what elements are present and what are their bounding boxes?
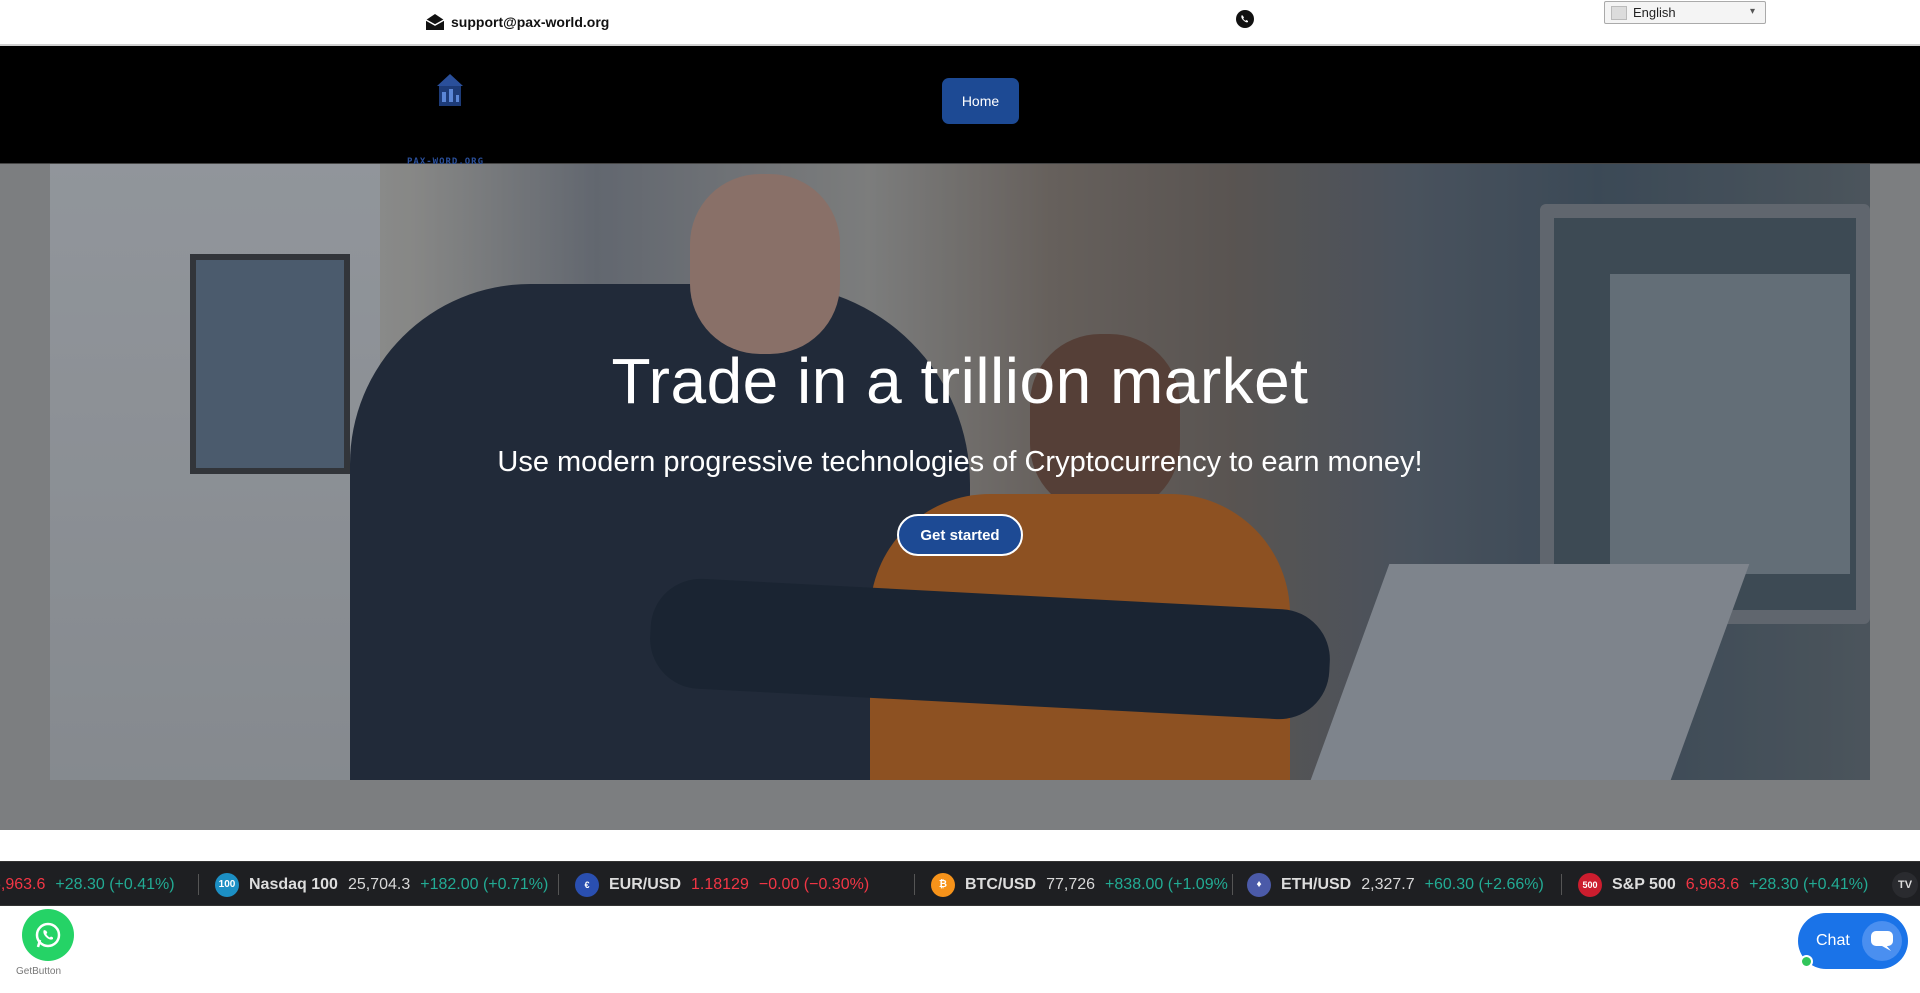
- sp500-icon: 500: [1578, 872, 1602, 897]
- site-logo[interactable]: [405, 70, 495, 126]
- ticker-divider: [558, 874, 559, 895]
- flag-icon: [1611, 5, 1627, 20]
- ticker-divider: [1232, 874, 1233, 895]
- nasdaq-icon: 100: [215, 872, 239, 897]
- ticker-symbol: EUR/USD: [609, 875, 682, 893]
- whatsapp-icon[interactable]: [1235, 9, 1255, 29]
- online-status-dot: [1800, 955, 1813, 968]
- ticker-item[interactable]: € EUR/USD 1.18129 −0.00 (−0.30%): [575, 862, 870, 905]
- getbutton-credit[interactable]: GetButton: [16, 966, 61, 977]
- hero-subtitle: Use modern progressive technologies of C…: [497, 446, 1423, 478]
- ticker-price: 6,963.6: [1685, 875, 1740, 893]
- ticker-change: +60.30 (+2.66%): [1424, 875, 1544, 893]
- email-link[interactable]: support@pax-world.org: [425, 13, 609, 31]
- ticker-item[interactable]: 500 S&P 500 6,963.6 +28.30 (+0.41%): [1578, 862, 1869, 905]
- ticker-price: 1.18129: [691, 875, 749, 893]
- ticker-symbol: S&P 500: [1612, 875, 1676, 893]
- eur-usd-flag-icon: €: [575, 872, 599, 897]
- ethereum-icon: ♦: [1247, 872, 1271, 897]
- market-ticker: 6,963.6 +28.30 (+0.41%) 100 Nasdaq 100 2…: [0, 861, 1920, 906]
- ticker-change: +838.00 (+1.09%: [1105, 875, 1228, 893]
- get-started-button[interactable]: Get started: [897, 514, 1023, 556]
- top-bar: support@pax-world.org English ▾: [0, 0, 1920, 46]
- ticker-change: +182.00 (+0.71%): [420, 875, 549, 893]
- email-text: support@pax-world.org: [451, 14, 610, 30]
- envelope-icon: [425, 14, 445, 30]
- hero-title: Trade in a trillion market: [611, 345, 1309, 417]
- ticker-item[interactable]: ♦ ETH/USD 2,327.7 +60.30 (+2.66%): [1247, 862, 1544, 905]
- ticker-divider: [198, 874, 199, 895]
- ticker-price: 2,327.7: [1361, 875, 1415, 893]
- ticker-item[interactable]: 6,963.6 +28.30 (+0.41%): [0, 862, 175, 905]
- whatsapp-float-button[interactable]: [22, 909, 74, 961]
- main-nav: PAX-WORD.ORG Home: [0, 46, 1920, 167]
- ticker-item[interactable]: ₿ BTC/USD 77,726 +838.00 (+1.09%: [931, 862, 1228, 905]
- tradingview-logo-icon[interactable]: TV: [1892, 872, 1918, 898]
- bitcoin-icon: ₿: [931, 872, 955, 897]
- hero-section: Trade in a trillion market Use modern pr…: [0, 164, 1920, 830]
- ticker-symbol: Nasdaq 100: [249, 875, 338, 893]
- ticker-divider: [914, 874, 915, 895]
- ticker-symbol: BTC/USD: [965, 875, 1037, 893]
- ticker-change: −0.00 (−0.30%): [758, 875, 870, 893]
- ticker-price: 25,704.3: [347, 875, 411, 893]
- language-select[interactable]: English ▾: [1604, 1, 1766, 24]
- whatsapp-icon: [35, 922, 61, 948]
- nav-home-button[interactable]: Home: [942, 78, 1019, 124]
- ticker-symbol: ETH/USD: [1281, 875, 1352, 893]
- ticker-item[interactable]: 100 Nasdaq 100 25,704.3 +182.00 (+0.71%): [215, 862, 549, 905]
- chevron-down-icon: ▾: [1749, 6, 1755, 17]
- chat-button[interactable]: Chat: [1798, 913, 1908, 969]
- ticker-change: +28.30 (+0.41%): [55, 875, 175, 893]
- chat-bubble-icon: [1862, 921, 1902, 961]
- ticker-divider: [1561, 874, 1562, 895]
- ticker-price: 6,963.6: [0, 875, 46, 893]
- ticker-price: 77,726: [1046, 875, 1096, 893]
- language-label: English: [1633, 5, 1676, 20]
- ticker-change: +28.30 (+0.41%): [1749, 875, 1869, 893]
- chat-label: Chat: [1816, 932, 1850, 949]
